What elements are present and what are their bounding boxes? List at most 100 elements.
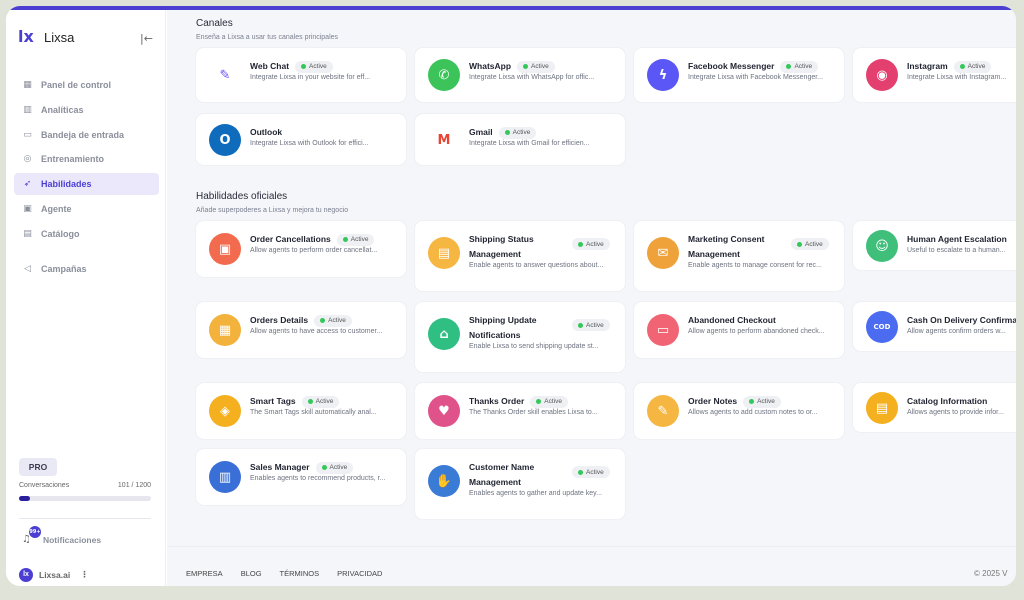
skill-card[interactable]: ◈ Smart Tags Active The Smart Tags skill au… (196, 383, 406, 439)
globe-icon: ◎ (23, 154, 32, 165)
skill-card[interactable]: COD Cash On Delivery Confirmation Allow ag… (853, 302, 1016, 351)
conversations-count: 101 / 1200 (117, 482, 151, 489)
terminal-icon: ▣ (23, 203, 32, 214)
card-description: Allow agents to perform abandoned check.… (688, 328, 825, 335)
card-title: Outlook (250, 125, 282, 140)
avatar: lx (19, 568, 33, 582)
sidebar-item-bandeja-de-entrada[interactable]: ▭ Bandeja de entrada (14, 124, 159, 146)
copyright: © 2025 V (974, 569, 1008, 578)
card-title-text: Gmail (469, 127, 493, 137)
main-content: Canales Enseña a Lixsa a usar tus canale… (167, 10, 1016, 586)
messenger-icon: ϟ (647, 59, 679, 91)
footer-link[interactable]: BLOG (241, 569, 262, 578)
card-description: Allow agents to have access to customer.… (250, 328, 383, 335)
status-dot-icon (504, 130, 510, 135)
skill-card[interactable]: ⌂ Shipping Update Notifications Active Enab… (415, 302, 625, 372)
sidebar-item-anal-ticas[interactable]: ▥ Analíticas (14, 99, 159, 121)
card-title: Customer Name Management (469, 460, 569, 490)
user-menu[interactable]: lx Lixsa.ai ⋮ (19, 568, 89, 582)
card-title: Gmail Active (469, 125, 537, 140)
chat-icon: ✎ (209, 59, 241, 91)
footer: EMPRESA BLOG TÉRMINOS PRIVACIDAD © 2025 V (167, 546, 1016, 586)
skill-card[interactable]: ♥ Thanks Order Active The Thanks Order skil… (415, 383, 625, 439)
cancel-order-icon: ▣ (209, 233, 241, 265)
card-description: Integrate Lixsa with Outlook for effici.… (250, 140, 369, 147)
conversations-progress-fill (19, 496, 31, 501)
app-name: Lixsa (44, 29, 75, 45)
status-badge: Active (301, 395, 340, 408)
status-text: Active (315, 398, 334, 405)
tag-icon: ◈ (209, 395, 241, 427)
gmail-icon: M (428, 124, 460, 156)
skill-card[interactable]: ▥ Sales Manager Active Enables agents to re… (196, 449, 406, 505)
user-name: Lixsa.ai (39, 570, 71, 580)
sidebar-item-label: Analíticas (41, 104, 84, 115)
card-title: Catalog Information (907, 394, 987, 409)
status-dot-icon (523, 64, 529, 69)
channel-card[interactable]: ◉ Instagram Active Integrate Lixsa with Ins… (853, 48, 1016, 102)
sidebar-item-campa-as[interactable]: ◁ Campañas (14, 258, 159, 280)
sidebar-item-entrenamiento[interactable]: ◎ Entrenamiento (14, 148, 159, 170)
card-title-text: Order Cancellations (250, 234, 331, 244)
status-text: Active (531, 63, 549, 70)
footer-link[interactable]: EMPRESA (186, 569, 223, 578)
card-title: Orders Details Active (250, 313, 352, 328)
card-title-text: Shipping Update Notifications (469, 315, 537, 340)
rocket-icon: ➶ (23, 179, 32, 190)
card-description: Enable agents to manage consent for rec.… (688, 262, 822, 269)
card-description: Integrate Lixsa with WhatsApp for offic.… (469, 74, 595, 81)
skill-card[interactable]: ✎ Order Notes Active Allows agents to add c… (634, 383, 844, 439)
status-dot-icon (797, 241, 802, 247)
brand[interactable]: lx Lixsa (18, 28, 74, 46)
notifications-button[interactable]: ♫ 99+ Notificaciones (22, 526, 101, 545)
catalog-icon: ▤ (866, 392, 898, 424)
sidebar-item-cat-logo[interactable]: ▤ Catálogo (14, 223, 159, 245)
more-vertical-icon[interactable]: ⋮ (80, 570, 89, 580)
footer-link[interactable]: PRIVACIDAD (337, 569, 382, 578)
skill-card[interactable]: ✋ Customer Name Management Active Enables a… (415, 449, 625, 519)
card-title-text: Order Notes (688, 396, 738, 406)
channels-subtitle: Enseña a Lixsa a usar tus canales princi… (196, 34, 339, 41)
sidebar-item-label: Catálogo (41, 228, 80, 239)
card-title: Order Notes Active (688, 394, 781, 409)
status-text: Active (544, 398, 562, 405)
card-description: Useful to escalate to a human... (907, 247, 1006, 254)
skill-card[interactable]: ▣ Order Cancellations Active Allow agents t… (196, 221, 406, 277)
card-description: Enable agents to answer questions about.… (469, 262, 604, 269)
skill-card[interactable]: ▦ Orders Details Active Allow agents to hav… (196, 302, 406, 358)
status-dot-icon (342, 237, 348, 242)
card-description: Allows agents to provide infor... (907, 409, 1004, 416)
footer-link[interactable]: TÉRMINOS (280, 569, 320, 578)
skills-title: Habilidades oficiales (196, 191, 288, 202)
skill-card[interactable]: ✉ Marketing Consent Management Active Enabl… (634, 221, 844, 291)
status-text: Active (512, 129, 531, 136)
status-dot-icon (749, 399, 755, 404)
sidebar-item-agente[interactable]: ▣ Agente (14, 198, 159, 220)
card-title: Web Chat Active (250, 59, 333, 74)
card-title-text: Marketing Consent Management (688, 234, 765, 259)
status-badge: Active (572, 238, 610, 250)
channel-card[interactable]: O Outlook Integrate Lixsa with Outlook for… (196, 114, 406, 165)
status-badge: Active (517, 60, 555, 73)
card-title-text: Human Agent Escalation (907, 234, 1007, 244)
sidebar-item-habilidades[interactable]: ➶ Habilidades (14, 173, 159, 196)
skill-card[interactable]: ▭ Abandoned Checkout Allow agents to perfo… (634, 302, 844, 358)
footer-links: EMPRESA BLOG TÉRMINOS PRIVACIDAD (186, 569, 382, 578)
channel-card[interactable]: M Gmail Active Integrate Lixsa with Gmail f… (415, 114, 625, 165)
status-badge: Active (780, 60, 819, 73)
skill-card[interactable]: ☺ Human Agent Escalation Useful to escalat… (853, 221, 1016, 270)
sidebar-divider (19, 518, 151, 519)
conversations-progress-bar (19, 496, 151, 501)
channel-card[interactable]: ϟ Facebook Messenger Active Integrate Lixsa… (634, 48, 844, 102)
skill-card[interactable]: ▤ Shipping Status Management Active Enable … (415, 221, 625, 291)
channel-card[interactable]: ✆ WhatsApp Active Integrate Lixsa with What… (415, 48, 625, 102)
card-title-text: Instagram (907, 61, 948, 71)
collapse-sidebar-icon[interactable]: |← (140, 32, 153, 45)
sidebar-item-panel-de-control[interactable]: ▦ Panel de control (14, 74, 159, 96)
channels-title: Canales (196, 18, 233, 29)
sidebar-item-label: Entrenamiento (41, 154, 105, 165)
card-title-text: Abandoned Checkout (688, 315, 776, 325)
channel-card[interactable]: ✎ Web Chat Active Integrate Lixsa in your w… (196, 48, 406, 102)
lixsa-logo-icon: lx (18, 27, 34, 46)
skill-card[interactable]: ▤ Catalog Information Allows agents to pro… (853, 383, 1016, 432)
